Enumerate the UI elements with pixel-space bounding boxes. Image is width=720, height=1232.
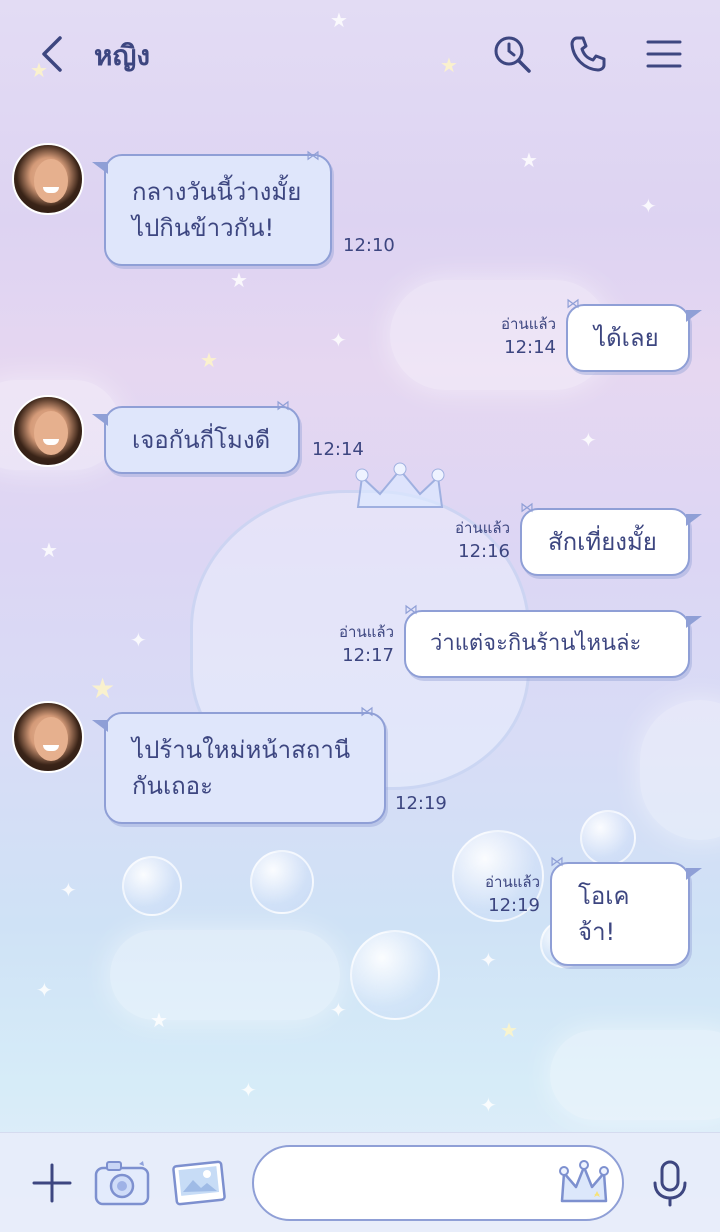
avatar[interactable]: [12, 143, 84, 215]
phone-icon: [570, 36, 606, 72]
message-meta: อ่านแล้ว 12:17: [308, 620, 394, 668]
crown-decoration: [355, 462, 445, 508]
composer-bar: [0, 1132, 720, 1232]
message-meta: อ่านแล้ว 12:14: [470, 312, 556, 360]
emoji-button[interactable]: [556, 1157, 612, 1209]
message-bubble-incoming[interactable]: เจอกันกี่โมงดี: [92, 406, 300, 474]
search-clock-icon: [494, 36, 531, 73]
message-time: 12:17: [342, 645, 394, 666]
microphone-icon: [653, 1160, 687, 1207]
menu-button[interactable]: [642, 32, 686, 76]
read-receipt: อ่านแล้ว: [455, 519, 510, 537]
bow-decoration: ⋈: [566, 296, 580, 312]
search-button[interactable]: [490, 32, 534, 76]
message-text: เจอกันกี่โมงดี: [132, 426, 271, 454]
message-time: 12:19: [488, 895, 540, 916]
message-text: กลางวันนี้ว่างมั้ย ไปกินข้าวกัน!: [132, 178, 302, 242]
message-bubble-outgoing[interactable]: ได้เลย: [566, 304, 702, 372]
bow-decoration: ⋈: [404, 602, 418, 618]
bow-decoration: ⋈: [520, 500, 534, 516]
message-time: 12:19: [395, 793, 447, 814]
read-receipt: อ่านแล้ว: [485, 873, 540, 891]
message-time: 12:10: [343, 235, 395, 256]
voice-button[interactable]: [640, 1155, 700, 1211]
message-meta: อ่านแล้ว 12:19: [454, 870, 540, 918]
add-button[interactable]: [22, 1155, 82, 1211]
message-time: 12:16: [458, 541, 510, 562]
message-time: 12:14: [504, 337, 556, 358]
message-meta: อ่านแล้ว 12:16: [424, 516, 510, 564]
back-button[interactable]: [30, 32, 74, 76]
message-text: โอเคจ้า!: [578, 882, 630, 946]
avatar[interactable]: [12, 701, 84, 773]
read-receipt: อ่านแล้ว: [501, 315, 556, 333]
image-icon: [172, 1160, 226, 1206]
avatar[interactable]: [12, 395, 84, 467]
message-time: 12:14: [312, 439, 364, 460]
message-text: ได้เลย: [594, 324, 659, 352]
bow-decoration: ⋈: [276, 398, 290, 414]
read-receipt: อ่านแล้ว: [339, 623, 394, 641]
message-text: สักเที่ยงมั้ย: [548, 528, 657, 556]
bow-decoration: ⋈: [360, 704, 374, 720]
hamburger-menu-icon: [646, 40, 682, 68]
message-bubble-outgoing[interactable]: สักเที่ยงมั้ย: [520, 508, 702, 576]
message-text: ว่าแต่จะกินร้านไหนล่ะ: [430, 631, 642, 656]
chevron-left-icon: [42, 36, 62, 72]
message-bubble-outgoing[interactable]: ว่าแต่จะกินร้านไหนล่ะ: [404, 610, 702, 678]
call-button[interactable]: [566, 32, 610, 76]
message-bubble-incoming[interactable]: ไปร้านใหม่หน้าสถานี กันเถอะ: [92, 712, 386, 824]
crown-emoji-icon: [559, 1160, 609, 1203]
image-button[interactable]: [170, 1155, 230, 1211]
message-bubble-outgoing[interactable]: โอเคจ้า!: [550, 862, 702, 966]
camera-button[interactable]: [92, 1155, 152, 1211]
chat-header: หญิง: [0, 0, 720, 108]
message-text: ไปร้านใหม่หน้าสถานี กันเถอะ: [132, 736, 351, 800]
message-bubble-incoming[interactable]: กลางวันนี้ว่างมั้ย ไปกินข้าวกัน!: [92, 154, 332, 266]
chat-title: หญิง: [94, 39, 150, 72]
bow-decoration: ⋈: [550, 854, 564, 870]
plus-icon: [32, 1163, 72, 1203]
bow-decoration: ⋈: [306, 148, 320, 164]
camera-icon: [94, 1161, 150, 1206]
